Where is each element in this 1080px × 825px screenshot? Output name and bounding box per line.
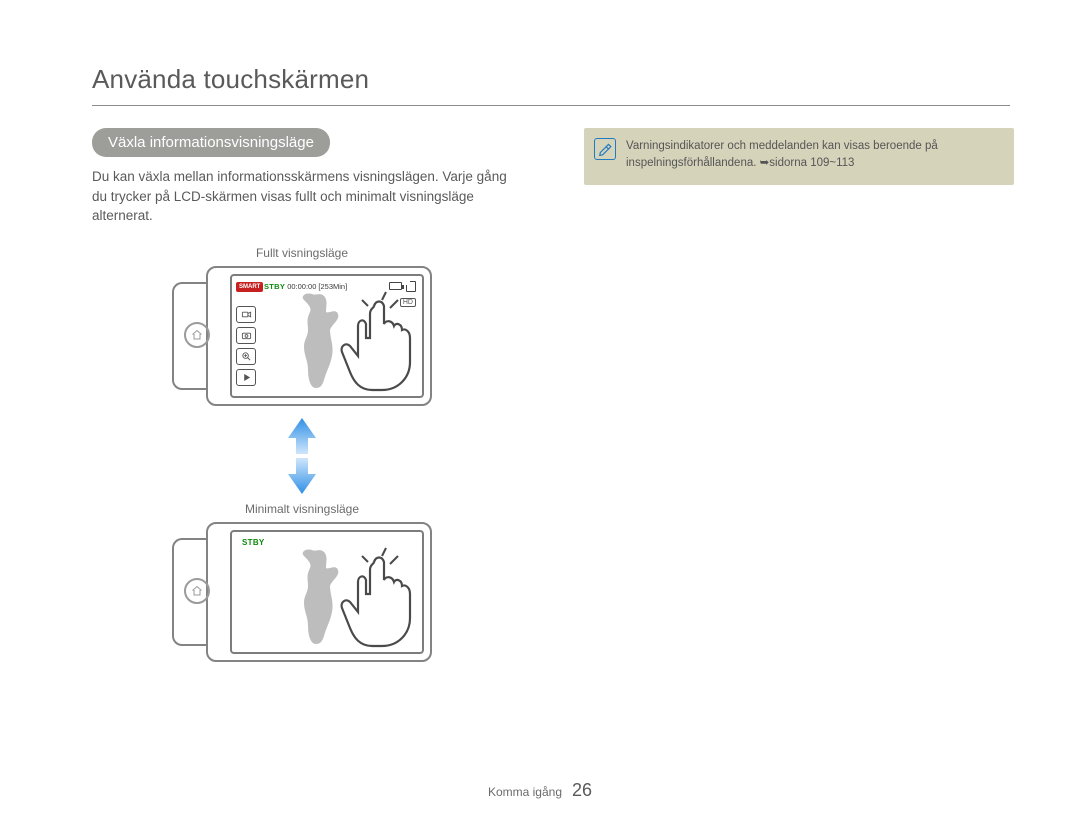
note-text: Varningsindikatorer och meddelanden kan … xyxy=(626,138,1000,171)
toggle-arrow-icon xyxy=(282,416,322,496)
footer-section: Komma igång xyxy=(488,785,562,799)
smart-mode-chip: SMART xyxy=(236,282,263,292)
home-icon xyxy=(191,585,203,597)
title-rule xyxy=(92,105,1010,106)
home-icon xyxy=(191,329,203,341)
note-page-ref: sidorna 109~113 xyxy=(769,157,854,169)
two-column-layout: Växla informationsvisningsläge Du kan vä… xyxy=(92,128,1010,662)
page-title: Använda touchskärmen xyxy=(92,64,1010,95)
touch-hand-icon xyxy=(332,286,418,396)
right-column: Varningsindikatorer och meddelanden kan … xyxy=(584,128,1004,662)
photo-mode-icon xyxy=(236,327,256,344)
zoom-icon xyxy=(236,348,256,365)
device-illustration-minimal: STBY xyxy=(172,522,432,662)
note-icon xyxy=(594,138,616,160)
lcd-screen-full: SMART STBY 00:00:00 [253Min] xyxy=(230,274,424,398)
note-box: Varningsindikatorer och meddelanden kan … xyxy=(584,128,1014,185)
standby-label: STBY xyxy=(242,538,265,547)
lcd-screen-minimal: STBY xyxy=(230,530,424,654)
note-ref-arrow: ➥ xyxy=(760,157,770,169)
content-area: Använda touchskärmen Växla informationsv… xyxy=(92,64,1010,662)
page-footer: Komma igång 26 xyxy=(0,780,1080,801)
home-button xyxy=(184,578,210,604)
play-icon xyxy=(236,369,256,386)
footer-page-number: 26 xyxy=(572,780,592,801)
device-illustration-full: SMART STBY 00:00:00 [253Min] xyxy=(172,266,432,406)
section-body-text: Du kan växla mellan informationsskärmens… xyxy=(92,167,512,226)
home-button xyxy=(184,322,210,348)
section-heading-pill: Växla informationsvisningsläge xyxy=(92,128,330,157)
caption-minimal-mode: Minimalt visningsläge xyxy=(245,502,359,516)
video-mode-icon xyxy=(236,306,256,323)
side-icon-column xyxy=(236,306,256,386)
page: Använda touchskärmen Växla informationsv… xyxy=(0,0,1080,825)
illustration-group: Fullt visningsläge SMART STBY xyxy=(92,226,512,662)
standby-label: STBY xyxy=(264,282,285,291)
left-column: Växla informationsvisningsläge Du kan vä… xyxy=(92,128,512,662)
touch-hand-icon xyxy=(332,542,418,652)
caption-full-mode: Fullt visningsläge xyxy=(256,246,348,260)
